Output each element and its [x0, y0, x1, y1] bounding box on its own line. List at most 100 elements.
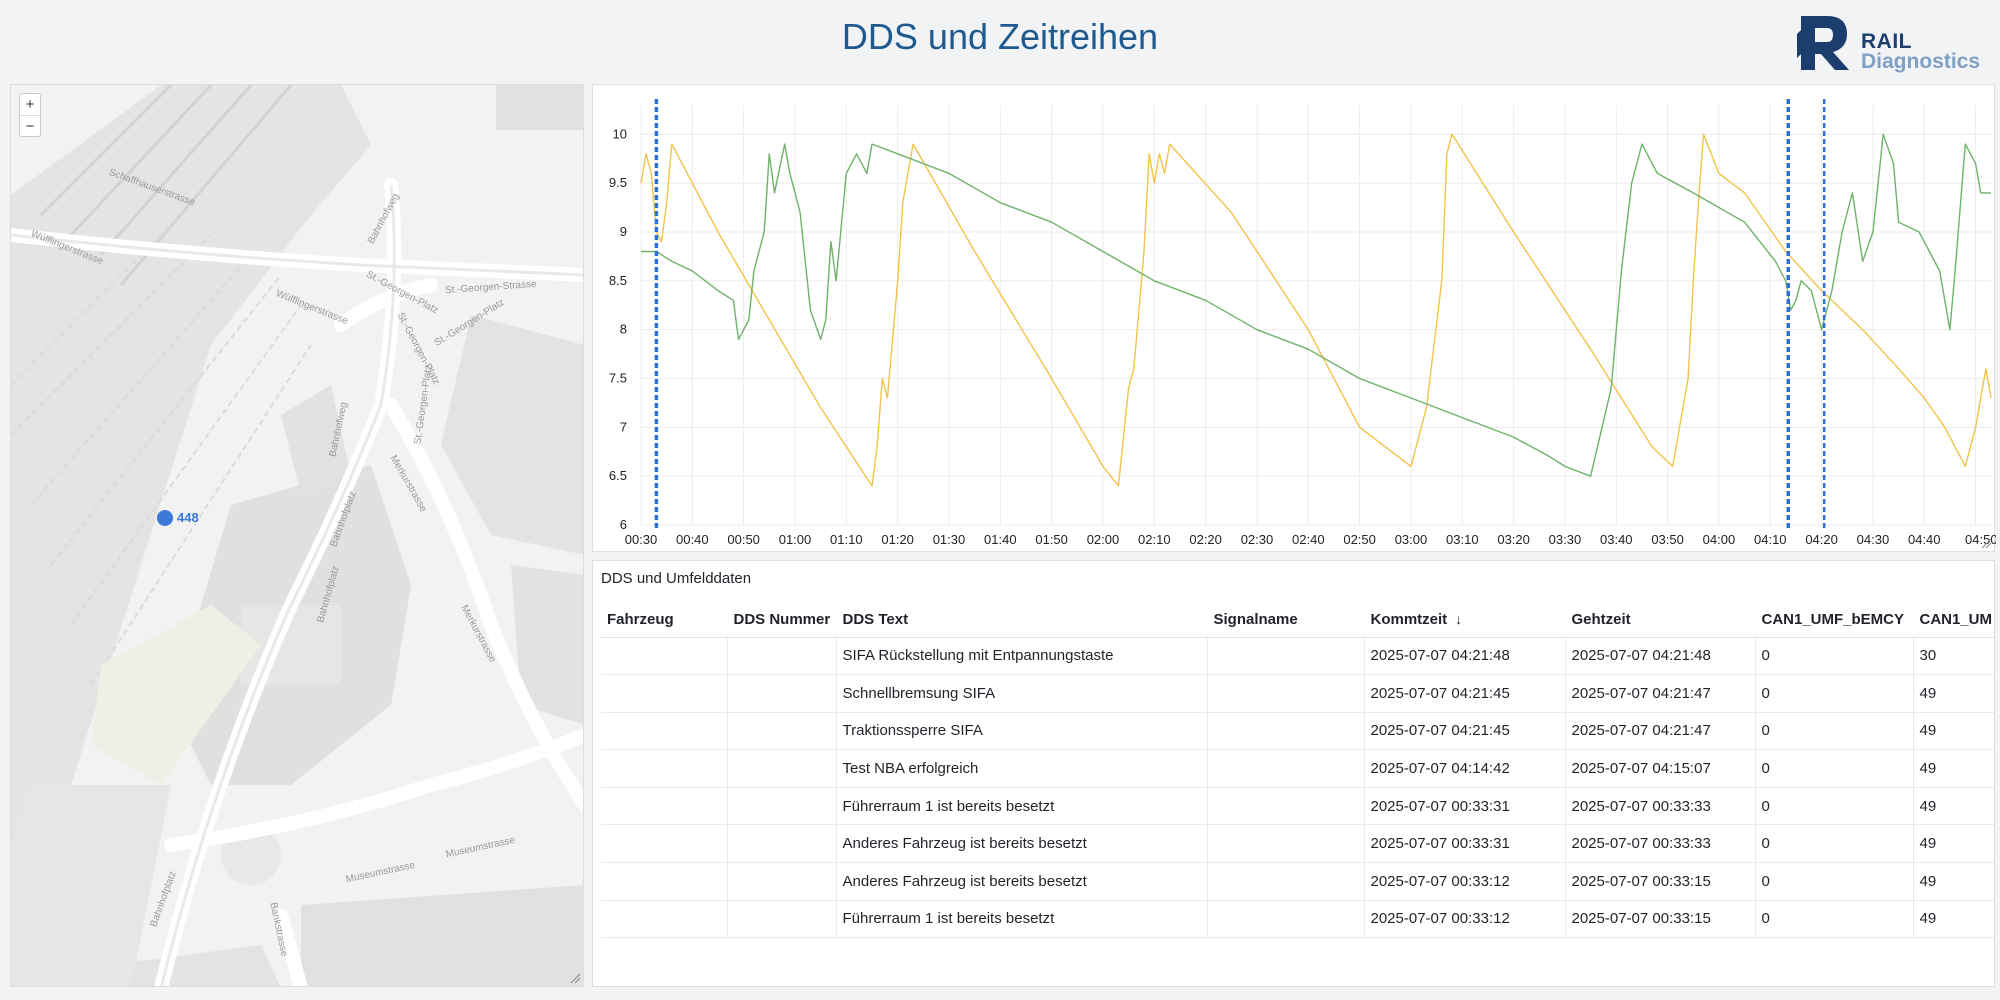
cell-can1-um: 49: [1913, 749, 1994, 788]
x-tick-label: 04:10: [1754, 532, 1787, 547]
cell-gehtzeit: 2025-07-07 00:33:33: [1565, 824, 1756, 864]
x-tick-label: 00:30: [625, 532, 658, 547]
table-row[interactable]: Schnellbremsung SIFA 2025-07-07 04:21:45 2…: [601, 674, 1994, 713]
x-tick-label: 01:50: [1035, 532, 1068, 547]
cell-gehtzeit: 2025-07-07 00:33:15: [1565, 900, 1756, 939]
zoom-out-button[interactable]: −: [20, 115, 40, 136]
column-header-kommtzeit[interactable]: Kommtzeit ↓: [1364, 603, 1565, 638]
x-tick-label: 04:00: [1703, 532, 1736, 547]
x-tick-label: 03:20: [1497, 532, 1530, 547]
resize-handle-icon[interactable]: [569, 972, 581, 984]
rail-logo-icon: [1797, 16, 1849, 70]
cell-signalname: [1207, 712, 1365, 751]
cell-fahrzeug: [601, 787, 728, 826]
cell-can1-umf-bemcy: 0: [1755, 712, 1914, 751]
cell-fahrzeug: [601, 824, 728, 864]
cell-fahrzeug: [601, 862, 728, 901]
x-tick-label: 04:40: [1908, 532, 1941, 547]
cell-gehtzeit: 2025-07-07 04:21:47: [1565, 674, 1756, 713]
y-tick-label: 8.5: [609, 273, 627, 288]
cell-fahrzeug: [601, 712, 728, 751]
x-tick-label: 03:10: [1446, 532, 1479, 547]
table-row[interactable]: Führerraum 1 ist bereits besetzt 2025-07-…: [601, 787, 1994, 826]
cell-dds-text: Schnellbremsung SIFA: [836, 674, 1208, 713]
y-tick-label: 10: [613, 126, 627, 141]
dds-table: Fahrzeug DDS Nummer DDS Text Signalname …: [601, 603, 1994, 939]
cell-signalname: [1207, 900, 1365, 939]
resize-handle-icon[interactable]: [1980, 537, 1992, 549]
cell-signalname: [1207, 862, 1365, 901]
x-tick-label: 01:30: [933, 532, 966, 547]
cell-signalname: [1207, 674, 1365, 713]
map-panel[interactable]: Schaffhauserstrasse Wülflingerstrasse Wülf…: [10, 84, 584, 987]
page-title: DDS und Zeitreihen: [841, 16, 1159, 57]
cell-can1-um: 49: [1913, 674, 1994, 713]
table-row[interactable]: SIFA Rückstellung mit Entpannungstaste 20…: [601, 637, 1994, 676]
cell-dds-text: SIFA Rückstellung mit Entpannungstaste: [836, 637, 1208, 676]
x-tick-label: 02:00: [1087, 532, 1120, 547]
cell-gehtzeit: 2025-07-07 04:21:47: [1565, 712, 1756, 751]
x-tick-label: 01:40: [984, 532, 1017, 547]
zoom-in-button[interactable]: +: [20, 94, 40, 115]
logo-word-diagnostics: Diagnostics: [1861, 50, 1981, 73]
x-tick-label: 03:50: [1651, 532, 1684, 547]
cell-dds-nummer: [727, 787, 837, 826]
cell-can1-um: 49: [1913, 712, 1994, 751]
cell-kommtzeit: 2025-07-07 00:33:12: [1364, 862, 1566, 901]
x-tick-label: 01:20: [881, 532, 914, 547]
dashboard-header: DDS und Zeitreihen RAIL Diagnostics: [0, 0, 2000, 80]
x-tick-label: 02:40: [1292, 532, 1325, 547]
table-header-row: Fahrzeug DDS Nummer DDS Text Signalname …: [601, 603, 1994, 638]
column-header-dds-nummer[interactable]: DDS Nummer: [727, 603, 836, 638]
cell-fahrzeug: [601, 637, 728, 676]
table-row[interactable]: Führerraum 1 ist bereits besetzt 2025-07-…: [601, 900, 1994, 939]
timeseries-chart-panel: 6 6.5 7 7.5 8 8.5 9 9.5 10 00:30 00:40 00:50 01:00 0…: [592, 84, 1998, 553]
cell-dds-text: Anderes Fahrzeug ist bereits besetzt: [836, 862, 1208, 901]
cell-can1-um: 49: [1913, 862, 1994, 901]
cell-can1-umf-bemcy: 0: [1755, 749, 1914, 788]
timeseries-chart[interactable]: 6 6.5 7 7.5 8 8.5 9 9.5 10 00:30 00:40 00:50 01:00 0…: [593, 85, 1998, 553]
cell-fahrzeug: [601, 749, 728, 788]
x-tick-label: 00:50: [727, 532, 760, 547]
table-row[interactable]: Anderes Fahrzeug ist bereits besetzt 2025…: [601, 824, 1994, 864]
cell-gehtzeit: 2025-07-07 04:15:07: [1565, 749, 1756, 788]
cell-can1-um: 49: [1913, 824, 1994, 864]
rail-diagnostics-logo: RAIL Diagnostics: [1795, 12, 1995, 76]
cell-can1-umf-bemcy: 0: [1755, 787, 1914, 826]
column-header-gehtzeit[interactable]: Gehtzeit: [1565, 603, 1755, 638]
table-row[interactable]: Traktionssperre SIFA 2025-07-07 04:21:45 2…: [601, 712, 1994, 751]
cell-signalname: [1207, 787, 1365, 826]
table-row[interactable]: Anderes Fahrzeug ist bereits besetzt 2025…: [601, 862, 1994, 901]
column-header-can1-umf-bemcy[interactable]: CAN1_UMF_bEMCY: [1755, 603, 1913, 638]
y-tick-label: 7: [620, 419, 627, 434]
y-tick-label: 9: [620, 224, 627, 239]
x-tick-label: 02:50: [1343, 532, 1376, 547]
column-header-fahrzeug[interactable]: Fahrzeug: [601, 603, 727, 638]
x-tick-label: 02:20: [1189, 532, 1222, 547]
x-tick-label: 01:00: [779, 532, 812, 547]
table-row[interactable]: Test NBA erfolgreich 2025-07-07 04:14:42 2…: [601, 749, 1994, 788]
cell-gehtzeit: 2025-07-07 04:21:48: [1565, 637, 1756, 676]
cell-kommtzeit: 2025-07-07 04:21:48: [1364, 637, 1566, 676]
column-header-dds-text[interactable]: DDS Text: [836, 603, 1207, 638]
column-header-can1-um[interactable]: CAN1_UM: [1913, 603, 1994, 638]
y-tick-label: 8: [620, 322, 627, 337]
map-zoom-control: + −: [19, 93, 41, 137]
x-tick-label: 02:30: [1241, 532, 1274, 547]
x-tick-label: 03:30: [1549, 532, 1582, 547]
x-tick-label: 01:10: [830, 532, 863, 547]
series-line-1[interactable]: [641, 133, 1991, 477]
cell-dds-nummer: [727, 637, 837, 676]
column-header-signalname[interactable]: Signalname: [1207, 603, 1364, 638]
cell-kommtzeit: 2025-07-07 04:14:42: [1364, 749, 1566, 788]
x-tick-label: 02:10: [1138, 532, 1171, 547]
cell-dds-text: Führerraum 1 ist bereits besetzt: [836, 787, 1208, 826]
vehicle-marker[interactable]: [157, 510, 173, 526]
x-tick-label: 03:40: [1600, 532, 1633, 547]
y-tick-label: 6.5: [609, 468, 627, 483]
map-canvas[interactable]: SchaffhauserstrasseWülflingerstrasseWülf…: [11, 85, 584, 987]
vehicle-marker-label[interactable]: 448: [177, 510, 199, 525]
cell-signalname: [1207, 637, 1365, 676]
column-header-kommtzeit-label: Kommtzeit: [1370, 611, 1448, 629]
y-tick-label: 9.5: [609, 175, 627, 190]
